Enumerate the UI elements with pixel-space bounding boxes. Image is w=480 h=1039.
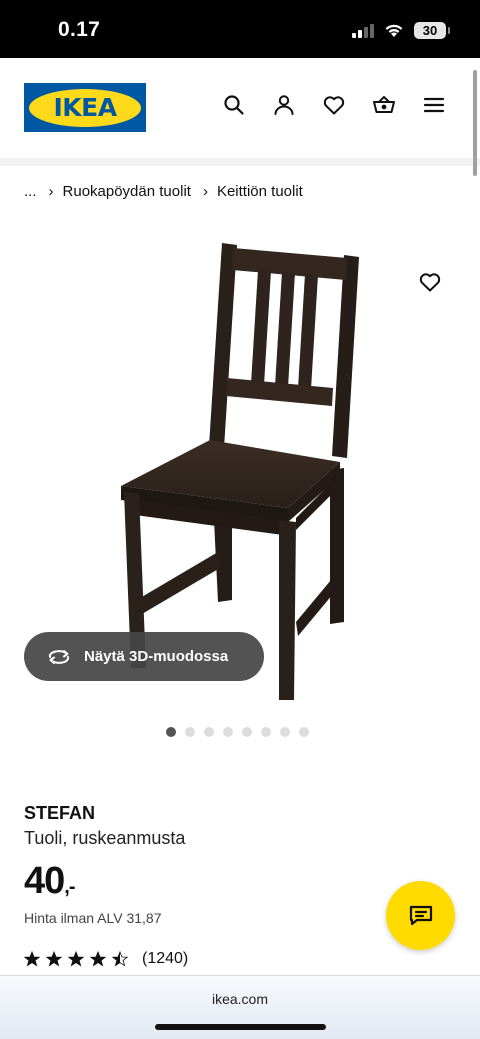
status-time: 0.17	[58, 18, 101, 41]
rating-star-icon	[112, 951, 128, 967]
carousel-dot[interactable]	[280, 727, 290, 737]
header-icons	[222, 93, 446, 117]
menu-icon[interactable]	[422, 93, 446, 117]
wifi-icon	[385, 24, 403, 37]
search-icon[interactable]	[222, 93, 246, 117]
product-price: 40,-	[24, 860, 76, 903]
rating-star-icon	[46, 951, 62, 967]
carousel-dot[interactable]	[204, 727, 214, 737]
breadcrumb: ... › Ruokapöydän tuolit › Keittiön tuol…	[24, 183, 303, 200]
carousel-dot[interactable]	[223, 727, 233, 737]
price-suffix: ,-	[64, 876, 75, 898]
user-icon[interactable]	[272, 93, 296, 117]
home-indicator[interactable]	[155, 1024, 326, 1030]
ikea-logo[interactable]: IKEA	[24, 83, 146, 132]
scrollbar[interactable]	[473, 70, 477, 176]
carousel-dot[interactable]	[299, 727, 309, 737]
carousel-dot[interactable]	[166, 727, 176, 737]
carousel-dot[interactable]	[242, 727, 252, 737]
carousel-dot[interactable]	[261, 727, 271, 737]
chevron-right-icon: ›	[202, 183, 208, 200]
status-icons: 30	[352, 22, 450, 39]
breadcrumb-item-kitchen-chairs[interactable]: Keittiön tuolit	[217, 183, 303, 200]
site-header: IKEA	[0, 58, 480, 158]
battery-icon: 30	[414, 22, 450, 39]
browser-address-bar[interactable]: ikea.com	[0, 975, 480, 1039]
add-to-favourites-heart-icon[interactable]	[418, 270, 442, 294]
rating-star-icon	[24, 951, 40, 967]
chevron-right-icon: ›	[48, 183, 54, 200]
breadcrumb-ellipsis[interactable]: ...	[24, 183, 37, 200]
breadcrumb-item-dining-chairs[interactable]: Ruokapöydän tuolit	[63, 183, 191, 200]
carousel-dot[interactable]	[185, 727, 195, 737]
image-carousel-dots	[166, 727, 309, 737]
chat-icon	[409, 905, 432, 925]
review-count[interactable]: (1240)	[142, 950, 188, 968]
price-amount: 40	[24, 860, 65, 902]
heart-icon[interactable]	[322, 93, 346, 117]
signal-icon	[352, 23, 374, 38]
url-text[interactable]: ikea.com	[0, 991, 480, 1007]
price-excl-vat: Hinta ilman ALV 31,87	[24, 910, 162, 926]
logo-oval: IKEA	[29, 88, 141, 127]
header-divider	[0, 158, 480, 166]
rating-star-icon	[68, 951, 84, 967]
shopping-basket-icon[interactable]	[372, 93, 396, 117]
view-in-3d-label: Näytä 3D-muodossa	[84, 648, 229, 665]
product-description: Tuoli, ruskeanmusta	[24, 828, 186, 848]
rating-star-icon	[90, 951, 106, 967]
chat-button[interactable]	[386, 881, 455, 950]
product-name: STEFAN	[24, 803, 96, 823]
rating-stars	[24, 951, 134, 967]
rotate-3d-icon	[48, 649, 70, 664]
status-bar: 0.17 30	[0, 0, 480, 58]
logo-text: IKEA	[53, 93, 117, 122]
view-in-3d-button[interactable]: Näytä 3D-muodossa	[24, 632, 264, 681]
product-rating[interactable]: (1240)	[24, 950, 188, 968]
